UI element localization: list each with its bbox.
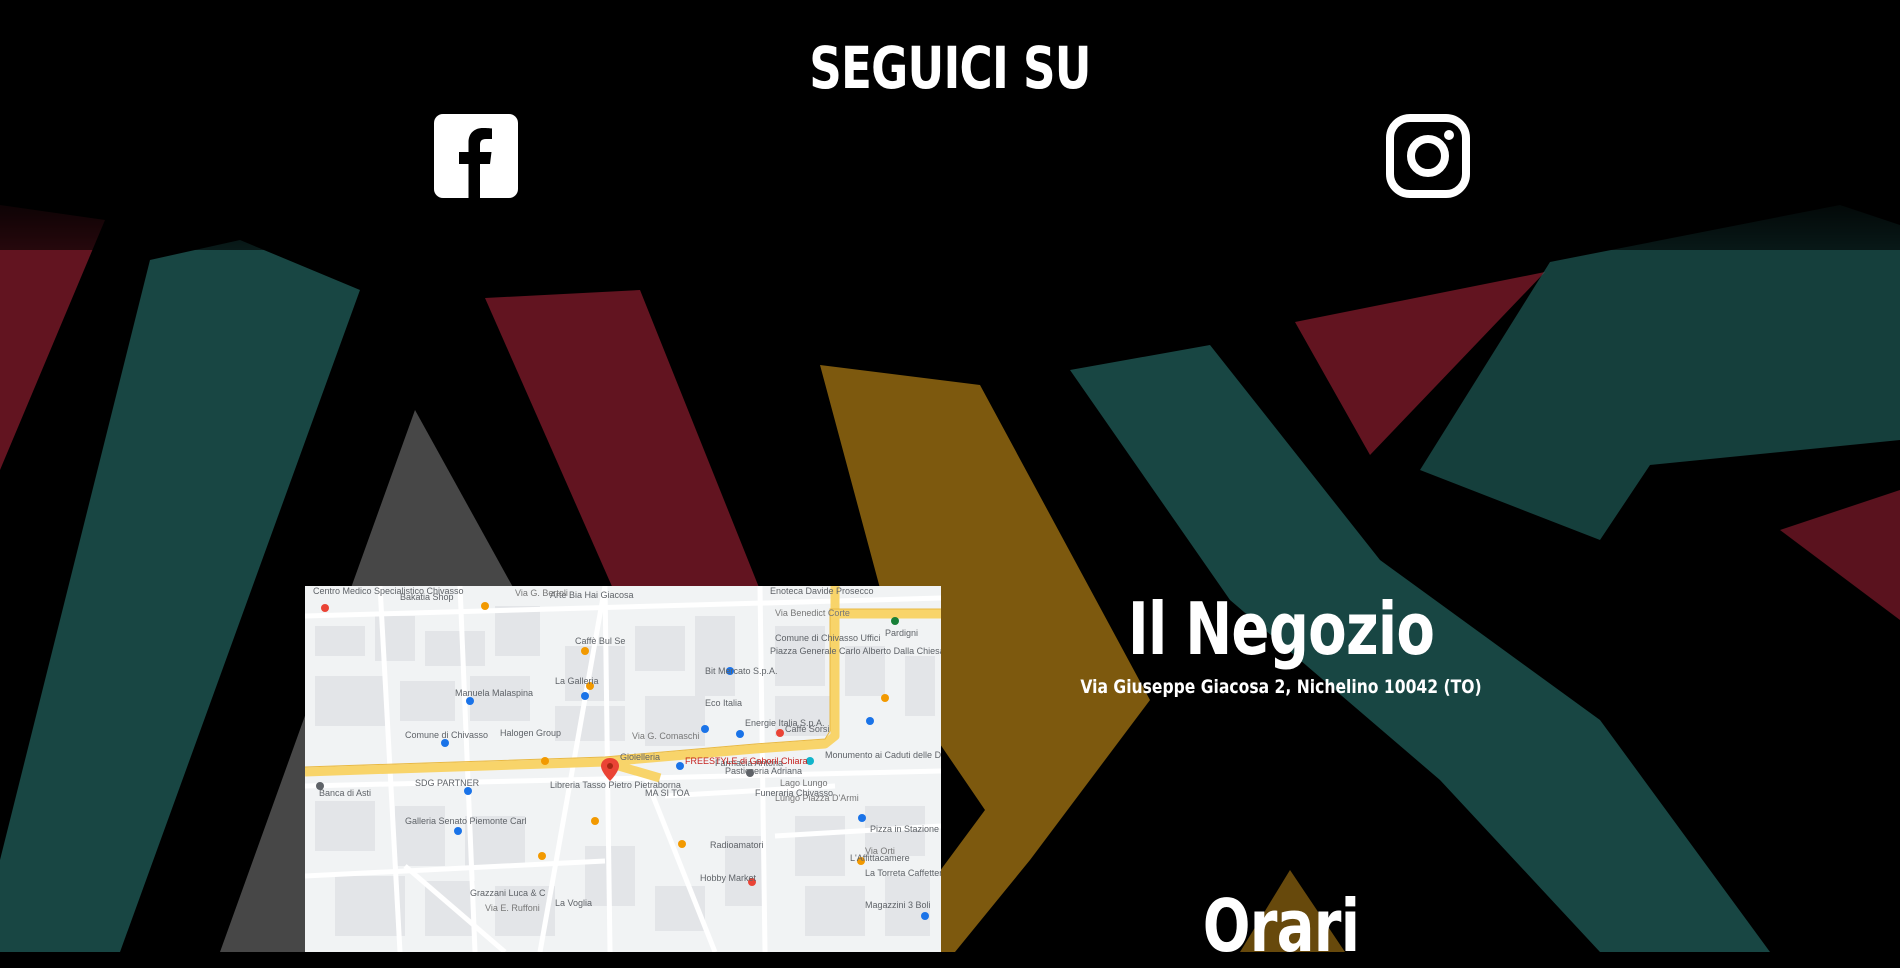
instagram-icon: [1386, 114, 1470, 198]
map-label: Lago Lungo: [780, 778, 828, 788]
facebook-icon: [434, 114, 518, 198]
map-label: Pasticceria Adriana: [725, 766, 802, 776]
map-label: Comune di Chivasso: [405, 730, 488, 740]
follow-us-title: SEGUICI SU: [809, 34, 1091, 102]
map-label: Hobby Market: [700, 873, 757, 883]
map-label: Via Benedict Corte: [775, 608, 850, 618]
map-label: Banca di Asti: [319, 788, 371, 798]
map-label: Halogen Group: [500, 728, 561, 738]
map-label: Caffè Bul Se: [575, 636, 625, 646]
map-label: Radioamatori: [710, 840, 764, 850]
map-label: Lungo Piazza D'Armi: [775, 793, 859, 803]
map-label: La Voglia: [555, 898, 592, 908]
hours-title: Orari: [1202, 884, 1360, 968]
map-label: SDG PARTNER: [415, 778, 480, 788]
map-label: Gioielleria: [620, 752, 660, 762]
facebook-link[interactable]: [434, 114, 518, 198]
map-label: La Torreta Caffetteria: [865, 868, 941, 878]
map-label: Caffè Sorsi: [785, 724, 829, 734]
map-label: FREESTYLE di Gaboril Chiara: [685, 756, 808, 766]
map-label: Monumento ai Caduti delle Due Guerre: [825, 750, 941, 760]
map-label: L'Affittacamere: [850, 853, 910, 863]
map-label: Comune di Chivasso Uffici: [775, 633, 880, 643]
instagram-link[interactable]: [1386, 114, 1470, 198]
location-map[interactable]: Centro Medico Specialistico Chivasso Baka…: [305, 586, 941, 952]
map-label: La Galleria: [555, 676, 599, 686]
map-image: Centro Medico Specialistico ChivassoBaka…: [305, 586, 941, 952]
map-label: Galleria Senato Piemonte Carl: [405, 816, 527, 826]
map-label: Grazzani Luca & C: [470, 888, 546, 898]
map-label: Via G. Bertoli: [515, 588, 568, 598]
map-label: MA SI TOA: [645, 788, 690, 798]
shop-title: Il Negozio: [1127, 587, 1435, 671]
map-label: Via E. Ruffoni: [485, 903, 540, 913]
map-label: Via G. Comaschi: [632, 731, 699, 741]
map-label: Bit Mercato S.p.A.: [705, 666, 778, 676]
shop-address: Via Giuseppe Giacosa 2, Nichelino 10042 …: [1080, 676, 1482, 698]
map-label: Pardigni: [885, 628, 918, 638]
map-label: Bakatia Shop: [400, 592, 454, 602]
map-label: Pizza in Stazione: [870, 824, 939, 834]
map-label: Magazzini 3 Boli: [865, 900, 931, 910]
map-label: Eco Italia: [705, 698, 742, 708]
map-label: Piazza Generale Carlo Alberto Dalla Chie…: [770, 646, 941, 656]
map-label: Enoteca Davide Prosecco: [770, 586, 874, 596]
map-label: Manuela Malaspina: [455, 688, 533, 698]
